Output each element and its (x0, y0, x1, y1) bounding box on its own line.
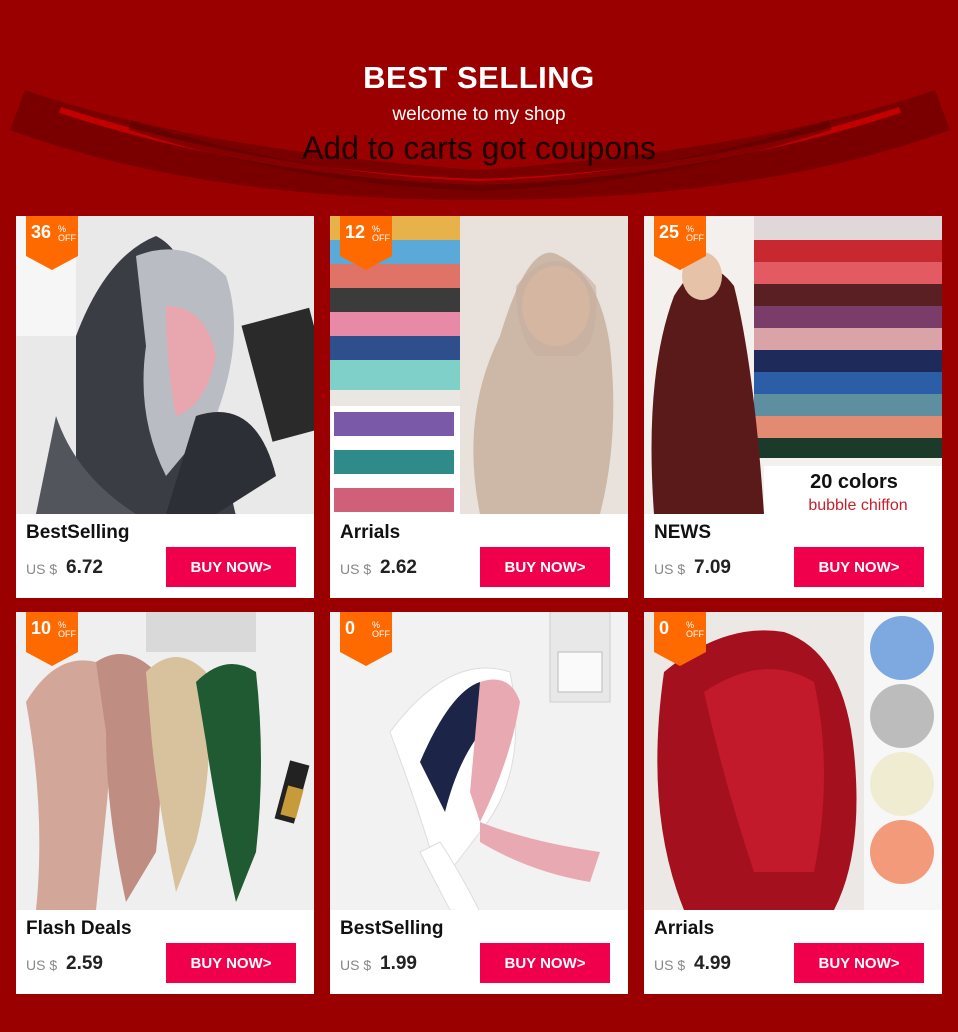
product-price: 6.72 (66, 557, 103, 578)
product-name: BestSelling (340, 918, 444, 939)
product-name: Flash Deals (26, 918, 132, 939)
discount-badge: 0 % OFF (654, 612, 706, 666)
image-caption-chiffon: bubble chiffon (808, 497, 907, 514)
product-card[interactable]: 12 % OFF Arrials US $ 2.62 BUY NOW> (330, 216, 628, 598)
product-card[interactable]: 0 % OFF BestSelling US $ 1.99 BUY NOW> (330, 612, 628, 994)
currency-label: US $ (340, 957, 372, 973)
product-name: NEWS (654, 522, 711, 543)
currency-label: US $ (654, 957, 686, 973)
buy-now-button[interactable]: BUY NOW> (166, 943, 296, 983)
discount-badge: 36 % OFF (26, 216, 78, 270)
image-caption-colors: 20 colors (810, 471, 898, 493)
product-price: 7.09 (694, 557, 731, 578)
product-card[interactable]: 20 colors bubble chiffon 25 % OFF NEWS US… (644, 216, 942, 598)
discount-unit: % OFF (686, 224, 704, 243)
discount-badge: 10 % OFF (26, 612, 78, 666)
discount-badge: 0 % OFF (340, 612, 392, 666)
discount-value: 10 (31, 618, 52, 638)
product-price: 1.99 (380, 953, 417, 974)
discount-unit: % OFF (58, 224, 76, 243)
product-card[interactable]: 0 % OFF Arrials US $ 4.99 BUY NOW> (644, 612, 942, 994)
product-price: 2.59 (66, 953, 103, 974)
product-name: Arrials (340, 522, 401, 543)
buy-now-button[interactable]: BUY NOW> (794, 547, 924, 587)
discount-value: 25 (659, 222, 680, 242)
discount-unit: % OFF (372, 620, 390, 639)
header-banner: BEST SELLING welcome to my shop Add to c… (0, 0, 958, 210)
product-card[interactable]: 10 % OFF Flash Deals US $ 2.59 BUY NOW> (16, 612, 314, 994)
product-name: BestSelling (26, 522, 130, 543)
discount-unit: % OFF (372, 224, 390, 243)
product-card[interactable]: 36 % OFF BestSelling US $ 6.72 BUY NOW> (16, 216, 314, 598)
buy-now-button[interactable]: BUY NOW> (480, 547, 610, 587)
currency-label: US $ (26, 561, 58, 577)
coupon-tagline: Add to carts got coupons (302, 130, 656, 166)
discount-unit: % OFF (686, 620, 704, 639)
product-price: 4.99 (694, 953, 731, 974)
discount-value: 36 (31, 222, 52, 242)
page-title: BEST SELLING (363, 60, 595, 95)
discount-value: 0 (345, 618, 356, 638)
product-name: Arrials (654, 918, 715, 939)
product-price: 2.62 (380, 557, 417, 578)
discount-badge: 12 % OFF (340, 216, 392, 270)
currency-label: US $ (26, 957, 58, 973)
currency-label: US $ (340, 561, 372, 577)
currency-label: US $ (654, 561, 686, 577)
discount-badge: 25 % OFF (654, 216, 706, 270)
discount-unit: % OFF (58, 620, 76, 639)
page-subtitle: welcome to my shop (392, 104, 566, 125)
discount-value: 12 (345, 222, 366, 242)
buy-now-button[interactable]: BUY NOW> (480, 943, 610, 983)
discount-value: 0 (659, 618, 670, 638)
buy-now-button[interactable]: BUY NOW> (794, 943, 924, 983)
buy-now-button[interactable]: BUY NOW> (166, 547, 296, 587)
